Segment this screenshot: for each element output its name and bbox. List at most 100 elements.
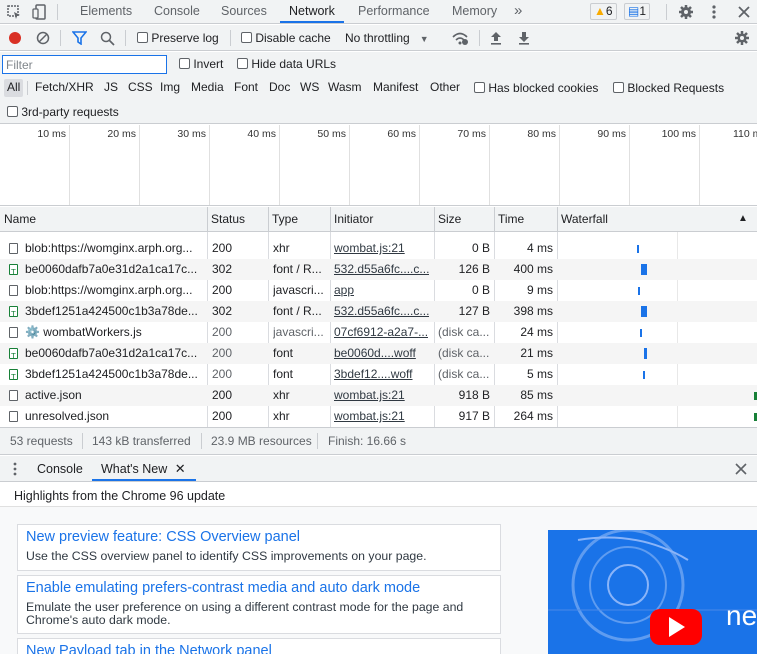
preserve-log-checkbox[interactable]: Preserve log [137,31,219,45]
column-header-waterfall[interactable]: Waterfall [557,207,737,231]
messages-badge[interactable]: ▤1 [624,3,651,20]
timeline-overview[interactable]: 10 ms 20 ms 30 ms 40 ms 50 ms 60 ms 70 m… [0,125,757,206]
close-drawer-icon[interactable] [735,463,747,475]
request-initiator-link[interactable]: wombat.js:21 [334,385,405,406]
network-settings-gear-icon[interactable] [734,30,750,46]
checkbox-box[interactable] [474,82,485,93]
type-all[interactable]: All [4,79,24,97]
type-js[interactable]: JS [101,79,121,97]
search-icon[interactable] [100,31,115,46]
inspect-element-icon[interactable] [6,4,22,20]
tab-memory[interactable]: Memory [452,0,497,23]
drawer-tab-console[interactable]: Console [37,458,83,481]
throttling-select[interactable]: No throttling ▼ [345,31,429,45]
type-wasm[interactable]: Wasm [325,79,365,97]
tab-network[interactable]: Network [280,0,344,23]
request-initiator-link[interactable]: wombat.js:21 [334,406,405,427]
column-header-time[interactable]: Time [494,207,557,231]
disable-cache-checkbox[interactable]: Disable cache [241,31,331,45]
type-img[interactable]: Img [157,79,183,97]
type-manifest[interactable]: Manifest [370,79,421,97]
grid-line [349,125,350,205]
request-initiator-link[interactable]: 532.d55a6fc....c... [334,259,429,280]
request-size: 918 B [458,388,490,402]
network-conditions-icon[interactable] [451,30,469,46]
request-status: 302 [212,304,233,318]
clear-icon[interactable] [36,31,50,45]
double-chevron-right-icon[interactable]: » [514,0,522,23]
column-header-initiator[interactable]: Initiator [330,207,434,231]
disable-cache-label: Disable cache [255,31,331,45]
request-name: 3bdef1251a424500c1b3a78de... [25,304,198,318]
feature-card-title-link[interactable]: Enable emulating prefers-contrast media … [26,580,420,596]
type-css[interactable]: CSS [125,79,156,97]
tab-sources[interactable]: Sources [221,0,267,23]
checkbox-box[interactable] [179,58,190,69]
gear-icon[interactable] [678,4,694,20]
has-blocked-cookies-checkbox[interactable]: Has blocked cookies [474,81,598,95]
checkbox-box[interactable] [7,106,18,117]
table-row[interactable]: be0060dafb7a0e31d2a1ca17c... 302 font / … [0,259,757,283]
feature-card[interactable]: Enable emulating prefers-contrast media … [17,575,501,634]
request-initiator-link[interactable]: be0060d....woff [334,343,416,364]
type-media[interactable]: Media [188,79,227,97]
table-row[interactable]: be0060dafb7a0e31d2a1ca17c... 200 font be… [0,343,757,367]
request-initiator-link[interactable]: 3bdef12....woff [334,364,413,385]
checkbox-box[interactable] [241,32,252,43]
record-icon[interactable] [8,31,22,45]
type-doc[interactable]: Doc [266,79,293,97]
hide-data-urls-checkbox[interactable]: Hide data URLs [237,57,336,71]
tab-elements[interactable]: Elements [80,0,132,23]
table-row[interactable]: blob:https://womginx.arph.org... 200 jav… [0,280,757,301]
column-header-name[interactable]: Name [0,207,207,231]
filter-icon[interactable] [72,31,87,45]
close-tab-icon[interactable]: ✕ [175,461,186,476]
table-row[interactable]: 3bdef1251a424500c1b3a78de... 200 font 3b… [0,364,757,388]
device-toolbar-icon[interactable] [32,4,48,20]
import-har-icon[interactable] [489,30,503,46]
request-initiator-link[interactable]: wombat.js:21 [334,238,405,259]
column-header-status[interactable]: Status [207,207,268,231]
type-font[interactable]: Font [231,79,261,97]
devtools-tab-bar: Elements Console Sources Network Perform… [0,0,757,24]
feature-card[interactable]: New Payload tab in the Network panel [17,638,501,654]
request-initiator-link[interactable]: 532.d55a6fc....c... [334,301,429,322]
request-initiator-link[interactable]: app [334,280,354,301]
export-har-icon[interactable] [517,30,531,46]
type-fetch-xhr[interactable]: Fetch/XHR [32,79,97,97]
warnings-badge[interactable]: ▲6 [590,3,617,20]
table-row[interactable]: unresolved.json 200 xhr wombat.js:21 917… [0,406,757,427]
feature-card[interactable]: New preview feature: CSS Overview panel … [17,524,501,571]
drawer-tab-whats-new[interactable]: What's New ✕ [92,458,196,481]
tab-console[interactable]: Console [154,0,200,23]
request-status: 200 [212,367,233,381]
type-ws[interactable]: WS [297,79,322,97]
close-devtools-icon[interactable] [736,4,752,20]
third-party-checkbox[interactable]: 3rd-party requests [7,105,119,119]
tab-performance[interactable]: Performance [358,0,430,23]
table-row[interactable]: 3bdef1251a424500c1b3a78de... 302 font / … [0,301,757,325]
type-other[interactable]: Other [427,79,463,97]
feature-card-title-link[interactable]: New Payload tab in the Network panel [26,643,272,654]
youtube-play-button[interactable] [650,609,702,645]
checkbox-box[interactable] [137,32,148,43]
table-row[interactable]: active.json 200 xhr wombat.js:21 918 B 8… [0,385,757,406]
feature-card-description: Use the CSS overview panel to identify C… [26,549,427,563]
blocked-requests-checkbox[interactable]: Blocked Requests [613,81,724,95]
checkbox-box[interactable] [237,58,248,69]
tick-label: 50 ms [317,128,346,140]
table-row[interactable]: blob:https://womginx.arph.org... 200 xhr… [0,238,757,259]
sort-ascending-icon[interactable]: ▲ [738,213,748,224]
column-header-type[interactable]: Type [268,207,330,231]
drawer-menu-icon[interactable] [8,462,22,476]
filter-input[interactable] [2,55,167,74]
more-vertical-icon[interactable] [706,4,722,20]
request-initiator-link[interactable]: 07cf6912-a2a7-... [334,322,428,343]
feature-card-title-link[interactable]: New preview feature: CSS Overview panel [26,529,300,545]
table-row[interactable]: ⚙️ wombatWorkers.js 200 javascri... 07cf… [0,322,757,343]
video-thumbnail[interactable]: ne [548,530,757,654]
invert-checkbox[interactable]: Invert [179,57,223,71]
column-header-size[interactable]: Size [434,207,494,231]
request-type: xhr [273,409,290,423]
checkbox-box[interactable] [613,82,624,93]
